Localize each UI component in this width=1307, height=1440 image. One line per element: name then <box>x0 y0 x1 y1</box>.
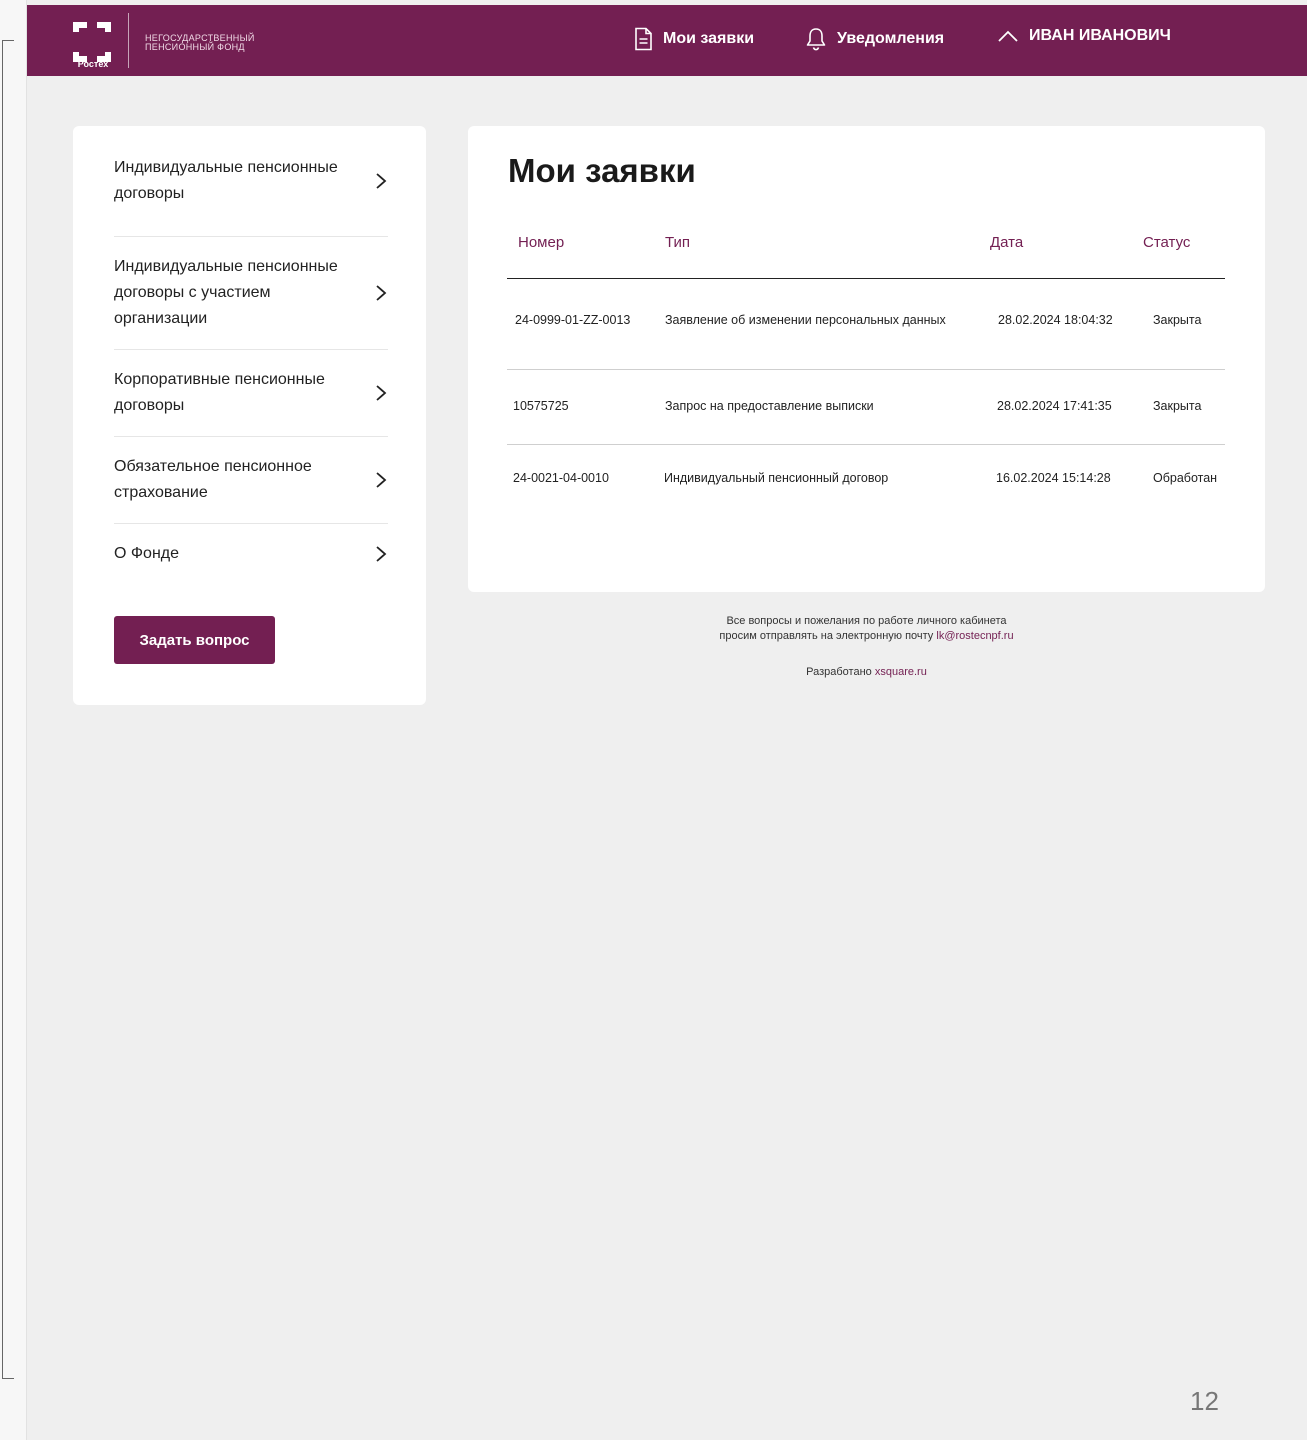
column-date[interactable]: Дата <box>990 234 1023 251</box>
sidebar-item-label: Индивидуальные пенсионные договоры <box>114 159 338 202</box>
table-header: Номер Тип Дата Статус <box>507 224 1225 279</box>
top-header: Ростех НЕГОСУДАРСТВЕННЫЙ ПЕНСИОННЫЙ ФОНД… <box>27 5 1307 76</box>
bell-icon <box>806 28 826 51</box>
cell-date: 28.02.2024 18:04:32 <box>998 313 1113 327</box>
sidebar-item-label: О Фонде <box>114 545 180 562</box>
requests-panel: Мои заявки Номер Тип Дата Статус 24-0999… <box>468 126 1265 592</box>
chevron-right-icon <box>376 385 387 401</box>
callout-bracket <box>2 40 3 1378</box>
developer-link[interactable]: xsquare.ru <box>875 666 927 678</box>
table-row[interactable]: 24-0021-04-0010 Индивидуальный пенсионны… <box>507 445 1225 515</box>
column-type[interactable]: Тип <box>665 234 690 251</box>
developer-prefix: Разработано <box>806 666 872 678</box>
page-gutter <box>0 0 27 1440</box>
cell-number: 24-0999-01-ZZ-0013 <box>515 313 631 327</box>
chevron-up-icon <box>998 30 1018 42</box>
page-number: 12 <box>1190 1386 1219 1416</box>
fund-name-line2: ПЕНСИОННЫЙ ФОНД <box>145 42 245 52</box>
fund-name: НЕГОСУДАРСТВЕННЫЙ ПЕНСИОННЫЙ ФОНД <box>145 34 255 52</box>
support-email-link[interactable]: lk@rostecnpf.ru <box>936 630 1013 642</box>
chevron-right-icon <box>376 546 387 562</box>
user-menu[interactable]: ИВАН ИВАНОВИЧ <box>997 27 1171 45</box>
sidebar-menu: Индивидуальные пенсионные договоры Индив… <box>114 126 388 584</box>
sidebar-item-about-fund[interactable]: О Фонде <box>114 524 388 584</box>
ask-question-button[interactable]: Задать вопрос <box>114 616 275 664</box>
logo-caption: Ростех <box>77 59 109 69</box>
sidebar: Индивидуальные пенсионные договоры Индив… <box>73 126 426 705</box>
footer-note: Все вопросы и пожелания по работе личног… <box>468 614 1265 644</box>
footer-line2: просим отправлять на электронную почту l… <box>468 629 1265 644</box>
sidebar-item-mandatory-insurance[interactable]: Обязательное пенсионное страхование <box>114 437 388 524</box>
nav-my-requests[interactable]: Мои заявки <box>633 27 754 51</box>
cell-type: Запрос на предоставление выписки <box>665 399 874 413</box>
cell-number: 10575725 <box>513 399 569 413</box>
table-row[interactable]: 10575725 Запрос на предоставление выписк… <box>507 370 1225 445</box>
cell-date: 28.02.2024 17:41:35 <box>997 399 1112 413</box>
cell-date: 16.02.2024 15:14:28 <box>996 471 1111 485</box>
nav-notifications[interactable]: Уведомления <box>805 27 944 51</box>
column-status[interactable]: Статус <box>1143 234 1190 251</box>
sidebar-item-label: Индивидуальные пенсионные договоры с уча… <box>114 258 338 327</box>
cell-number: 24-0021-04-0010 <box>513 471 609 485</box>
logo-divider <box>128 13 129 68</box>
chevron-right-icon <box>376 285 387 301</box>
cell-status: Обработан <box>1153 471 1218 485</box>
cell-status: Закрыта <box>1153 399 1202 413</box>
page-title: Мои заявки <box>508 152 696 189</box>
sidebar-item-label: Корпоративные пенсионные договоры <box>114 371 325 414</box>
nav-notifications-label: Уведомления <box>837 30 945 47</box>
footer-line1: Все вопросы и пожелания по работе личног… <box>726 615 1007 627</box>
sidebar-item-corporate-contracts[interactable]: Корпоративные пенсионные договоры <box>114 350 388 437</box>
column-number[interactable]: Номер <box>518 234 564 251</box>
sidebar-item-label: Обязательное пенсионное страхование <box>114 458 312 501</box>
sidebar-item-individual-contracts[interactable]: Индивидуальные пенсионные договоры <box>114 126 388 237</box>
developer-credit: Разработано xsquare.ru <box>468 666 1265 678</box>
cell-status: Закрыта <box>1153 313 1202 327</box>
table-row[interactable]: 24-0999-01-ZZ-0013 Заявление об изменени… <box>507 279 1225 370</box>
callout-bracket-bottom <box>2 1378 14 1379</box>
sidebar-item-individual-contracts-org[interactable]: Индивидуальные пенсионные договоры с уча… <box>114 237 388 350</box>
chevron-right-icon <box>376 472 387 488</box>
requests-table: Номер Тип Дата Статус 24-0999-01-ZZ-0013… <box>507 224 1225 515</box>
footer-line2-prefix: просим отправлять на электронную почту <box>719 630 934 642</box>
cell-type: Индивидуальный пенсионный договор <box>664 471 889 485</box>
callout-bracket-top <box>2 40 14 41</box>
user-name: ИВАН ИВАНОВИЧ <box>1029 27 1171 44</box>
cell-type: Заявление об изменении персональных данн… <box>665 313 946 327</box>
nav-my-requests-label: Мои заявки <box>663 30 755 47</box>
document-icon <box>635 27 652 51</box>
chevron-right-icon <box>376 173 387 189</box>
